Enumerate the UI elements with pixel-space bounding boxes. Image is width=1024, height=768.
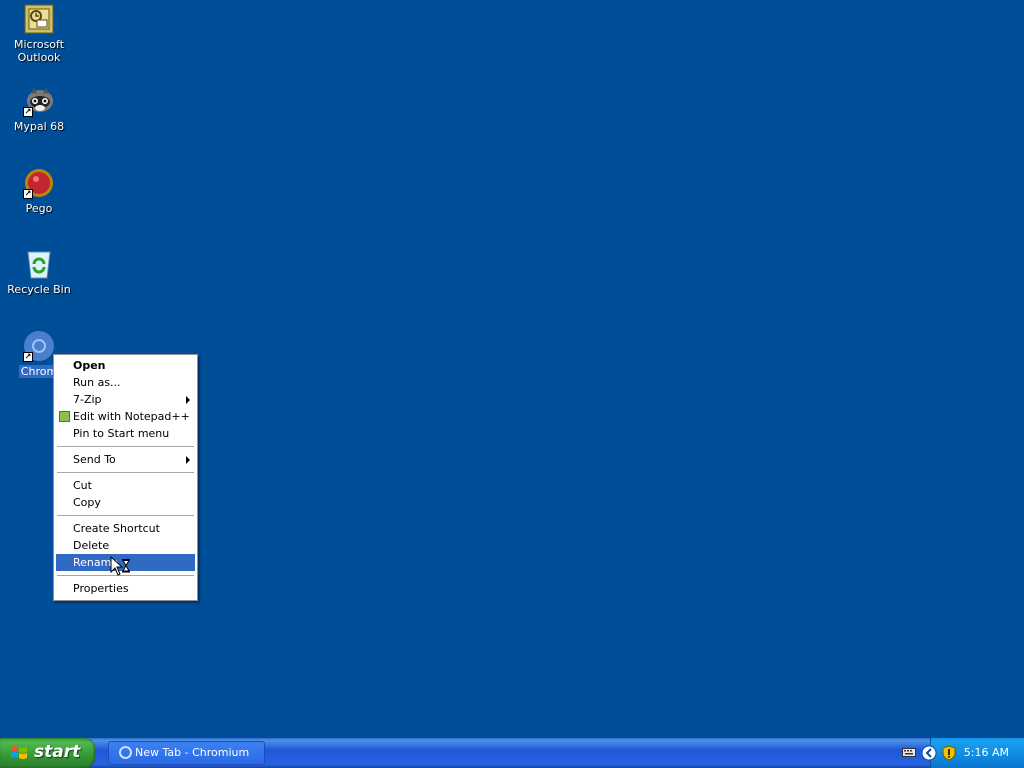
taskbar-button-label: New Tab - Chromium <box>135 746 250 759</box>
shortcut-arrow-icon: ↗ <box>23 189 33 199</box>
windows-flag-icon <box>11 746 27 759</box>
security-shield-icon[interactable] <box>941 745 957 761</box>
menu-item-label: Cut <box>73 479 92 492</box>
desktop-icon-label: Outlook <box>17 51 61 64</box>
clock[interactable]: 5:16 AM <box>964 746 1009 759</box>
menu-item-cut[interactable]: Cut <box>56 477 195 494</box>
show-hidden-icons-chevron-icon[interactable] <box>921 745 937 761</box>
desktop-icon-pego[interactable]: ↗ Pego <box>2 167 76 215</box>
menu-item-label: Edit with Notepad++ <box>73 410 190 423</box>
desktop-icon-outlook[interactable]: Microsoft Outlook <box>2 3 76 64</box>
desktop-icon-recycle-bin[interactable]: Recycle Bin <box>2 248 76 296</box>
taskbar-button-chromium[interactable]: New Tab - Chromium <box>108 741 265 765</box>
pego-icon: ↗ <box>23 167 55 199</box>
notepadpp-icon <box>59 411 70 422</box>
menu-item-label: Run as... <box>73 376 121 389</box>
menu-item-label: 7-Zip <box>73 393 102 406</box>
menu-item-create-shortcut[interactable]: Create Shortcut <box>56 520 195 537</box>
menu-item-edit-notepadpp[interactable]: Edit with Notepad++ <box>56 408 195 425</box>
desktop-icon-label: Pego <box>25 202 53 215</box>
menu-item-label: Delete <box>73 539 110 552</box>
recycle-bin-icon <box>23 248 55 280</box>
submenu-arrow-icon <box>186 456 190 464</box>
menu-item-run-as[interactable]: Run as... <box>56 374 195 391</box>
busy-cursor-icon <box>110 555 132 578</box>
menu-item-label: Create Shortcut <box>73 522 160 535</box>
menu-item-delete[interactable]: Delete <box>56 537 195 554</box>
shortcut-arrow-icon: ↗ <box>23 107 33 117</box>
start-label: start <box>34 742 81 762</box>
menu-item-label: Send To <box>73 453 116 466</box>
menu-item-pin-start[interactable]: Pin to Start menu <box>56 425 195 442</box>
submenu-arrow-icon <box>186 396 190 404</box>
mypal-icon: ↗ <box>23 85 55 117</box>
menu-separator <box>57 472 194 473</box>
chromium-icon: ↗ <box>23 330 55 362</box>
desktop-icon-label: Mypal 68 <box>13 120 65 133</box>
menu-item-7zip[interactable]: 7-Zip <box>56 391 195 408</box>
desktop-icon-mypal[interactable]: ↗ Mypal 68 <box>2 85 76 133</box>
desktop-icon-label: Recycle Bin <box>7 283 71 296</box>
desktop[interactable]: Microsoft Outlook ↗ Mypal 68 ↗ Pego Recy… <box>0 0 1024 738</box>
menu-item-copy[interactable]: Copy <box>56 494 195 511</box>
system-tray: 5:16 AM <box>921 738 1024 768</box>
start-button[interactable]: start <box>0 738 95 768</box>
menu-item-label: Copy <box>73 496 101 509</box>
taskbar: start New Tab - Chromium 5:16 AM <box>0 738 1024 768</box>
menu-item-label: Pin to Start menu <box>73 427 170 440</box>
menu-item-label: Properties <box>73 582 129 595</box>
menu-item-properties[interactable]: Properties <box>56 580 195 597</box>
chromium-icon <box>119 746 132 759</box>
keyboard-icon[interactable] <box>902 746 916 759</box>
menu-item-send-to[interactable]: Send To <box>56 451 195 468</box>
outlook-icon <box>23 3 55 35</box>
menu-item-open[interactable]: Open <box>56 357 195 374</box>
menu-separator <box>57 446 194 447</box>
menu-item-label: Open <box>73 359 106 372</box>
shortcut-arrow-icon: ↗ <box>23 352 33 362</box>
menu-separator <box>57 515 194 516</box>
desktop-icon-label: Microsoft <box>13 38 65 51</box>
